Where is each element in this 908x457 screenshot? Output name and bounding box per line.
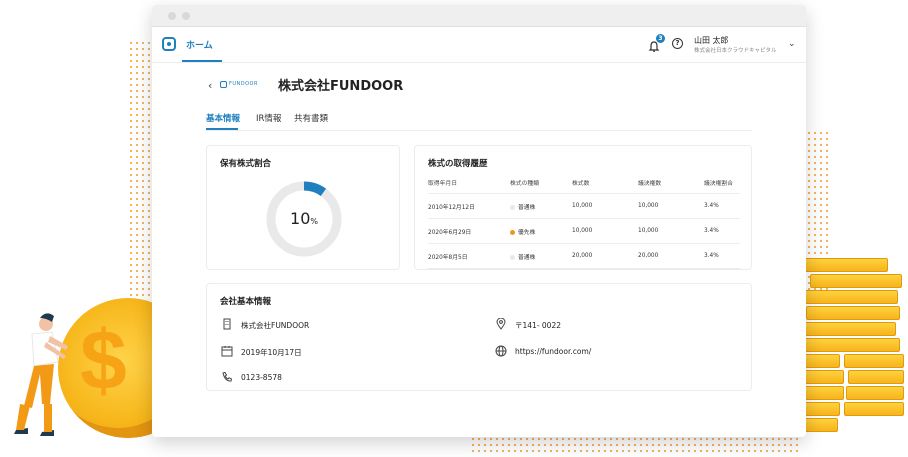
website-link[interactable]: https://fundoor.com/: [515, 347, 591, 356]
row-type-label: 普通株: [518, 254, 536, 261]
table-row: 2010年12月12日 普通株 10,000 10,000 3.4%: [428, 193, 740, 219]
location-pin-icon: [496, 318, 506, 330]
person-illustration: [14, 313, 68, 436]
col-date: 取得年月日: [428, 178, 510, 194]
tabs-divider: [206, 130, 752, 131]
top-navbar: ホーム 3 ? 山田 太郎 株式会社日本クラウドキャピタル ⌄: [152, 27, 806, 63]
notification-bell-icon[interactable]: 3: [648, 34, 665, 52]
row-type-label: 優先株: [518, 229, 536, 236]
holding-ratio-card: 保有株式割合 10%: [206, 145, 400, 270]
chevron-down-icon[interactable]: ⌄: [788, 39, 796, 49]
app-window: ホーム 3 ? 山田 太郎 株式会社日本クラウドキャピタル ⌄ ‹ FUNDOO…: [152, 5, 806, 437]
row-date: 2020年6月29日: [428, 218, 510, 244]
dot-pattern-bottom: [470, 436, 800, 456]
logo-text: FUNDOOR: [229, 81, 258, 87]
row-votes: 10,000: [638, 218, 704, 244]
logo-mark-icon: [220, 81, 227, 88]
row-ratio: 3.4%: [704, 218, 740, 244]
user-name[interactable]: 山田 太郎: [694, 35, 729, 46]
row-date: 2020年8月5日: [428, 243, 510, 269]
col-ratio: 議決権割合: [704, 178, 740, 194]
row-type: 普通株: [510, 243, 572, 269]
share-history-card: 株式の取得履歴 取得年月日 株式の種類 株式数 議決権数 議決権割合 2010年…: [414, 145, 752, 270]
share-history-title: 株式の取得履歴: [428, 159, 488, 169]
row-shares: 20,000: [572, 243, 638, 269]
company-info-title: 会社基本情報: [220, 297, 272, 307]
user-company: 株式会社日本クラウドキャピタル: [694, 48, 777, 54]
phone-icon: [222, 371, 233, 382]
building-icon: [223, 318, 231, 330]
row-type: 優先株: [510, 218, 572, 244]
holding-percent: 10%: [264, 179, 344, 259]
holding-donut-chart: 10%: [264, 179, 344, 259]
illustration-stage: $ ホーム 3 ? 山田 太郎 株式会社日本クラウドキャピタル ⌄ ‹ FUND…: [0, 0, 908, 457]
window-dot[interactable]: [168, 12, 176, 20]
table-row: 2020年8月5日 普通株 20,000 20,000 3.4%: [428, 243, 740, 269]
holding-value: 10: [290, 209, 311, 228]
share-history-table: 取得年月日 株式の種類 株式数 議決権数 議決権割合 2010年12月12日普通…: [428, 178, 740, 269]
fundoor-logo-icon[interactable]: [162, 37, 176, 51]
tab-ir-info[interactable]: IR情報: [256, 112, 281, 124]
type-dot-icon: [510, 254, 515, 260]
company-info-card: 会社基本情報 株式会社FUNDOOR 2019年10月17日 0123-8578…: [206, 283, 752, 391]
founded-value: 2019年10月17日: [241, 348, 302, 357]
postal-value: 〒141- 0022: [515, 321, 561, 330]
dot-pattern-left: [128, 40, 154, 300]
col-votes: 議決権数: [638, 178, 704, 194]
row-type-label: 普通株: [518, 204, 536, 211]
table-header-row: 取得年月日 株式の種類 株式数 議決権数 議決権割合: [428, 178, 740, 194]
holding-unit: %: [310, 217, 318, 226]
col-type: 株式の種類: [510, 178, 572, 194]
window-titlebar: [152, 5, 806, 27]
back-button[interactable]: ‹: [208, 79, 212, 92]
type-dot-icon: [510, 204, 515, 210]
row-votes: 20,000: [638, 243, 704, 269]
company-name-value: 株式会社FUNDOOR: [241, 321, 310, 330]
help-icon[interactable]: ?: [672, 38, 683, 49]
row-date: 2010年12月12日: [428, 193, 510, 219]
company-logo: FUNDOOR: [220, 81, 266, 88]
globe-icon: [495, 345, 507, 357]
page-title: 株式会社FUNDOOR: [278, 79, 404, 94]
window-dot[interactable]: [182, 12, 190, 20]
holding-ratio-title: 保有株式割合: [220, 159, 272, 169]
row-shares: 10,000: [572, 218, 638, 244]
row-ratio: 3.4%: [704, 193, 740, 219]
col-shares: 株式数: [572, 178, 638, 194]
nav-active-underline: [182, 60, 222, 62]
table-row: 2020年6月29日 優先株 10,000 10,000 3.4%: [428, 218, 740, 244]
phone-value: 0123-8578: [241, 373, 282, 382]
dollar-icon: $: [80, 313, 127, 407]
row-ratio: 3.4%: [704, 243, 740, 269]
notification-badge: 3: [656, 34, 665, 43]
row-votes: 10,000: [638, 193, 704, 219]
type-dot-icon: [510, 229, 515, 235]
row-shares: 10,000: [572, 193, 638, 219]
tab-basic-info[interactable]: 基本情報: [206, 112, 240, 124]
row-type: 普通株: [510, 193, 572, 219]
tab-shared-docs[interactable]: 共有書類: [294, 112, 328, 124]
nav-home-link[interactable]: ホーム: [186, 38, 213, 51]
calendar-icon: [221, 346, 233, 357]
